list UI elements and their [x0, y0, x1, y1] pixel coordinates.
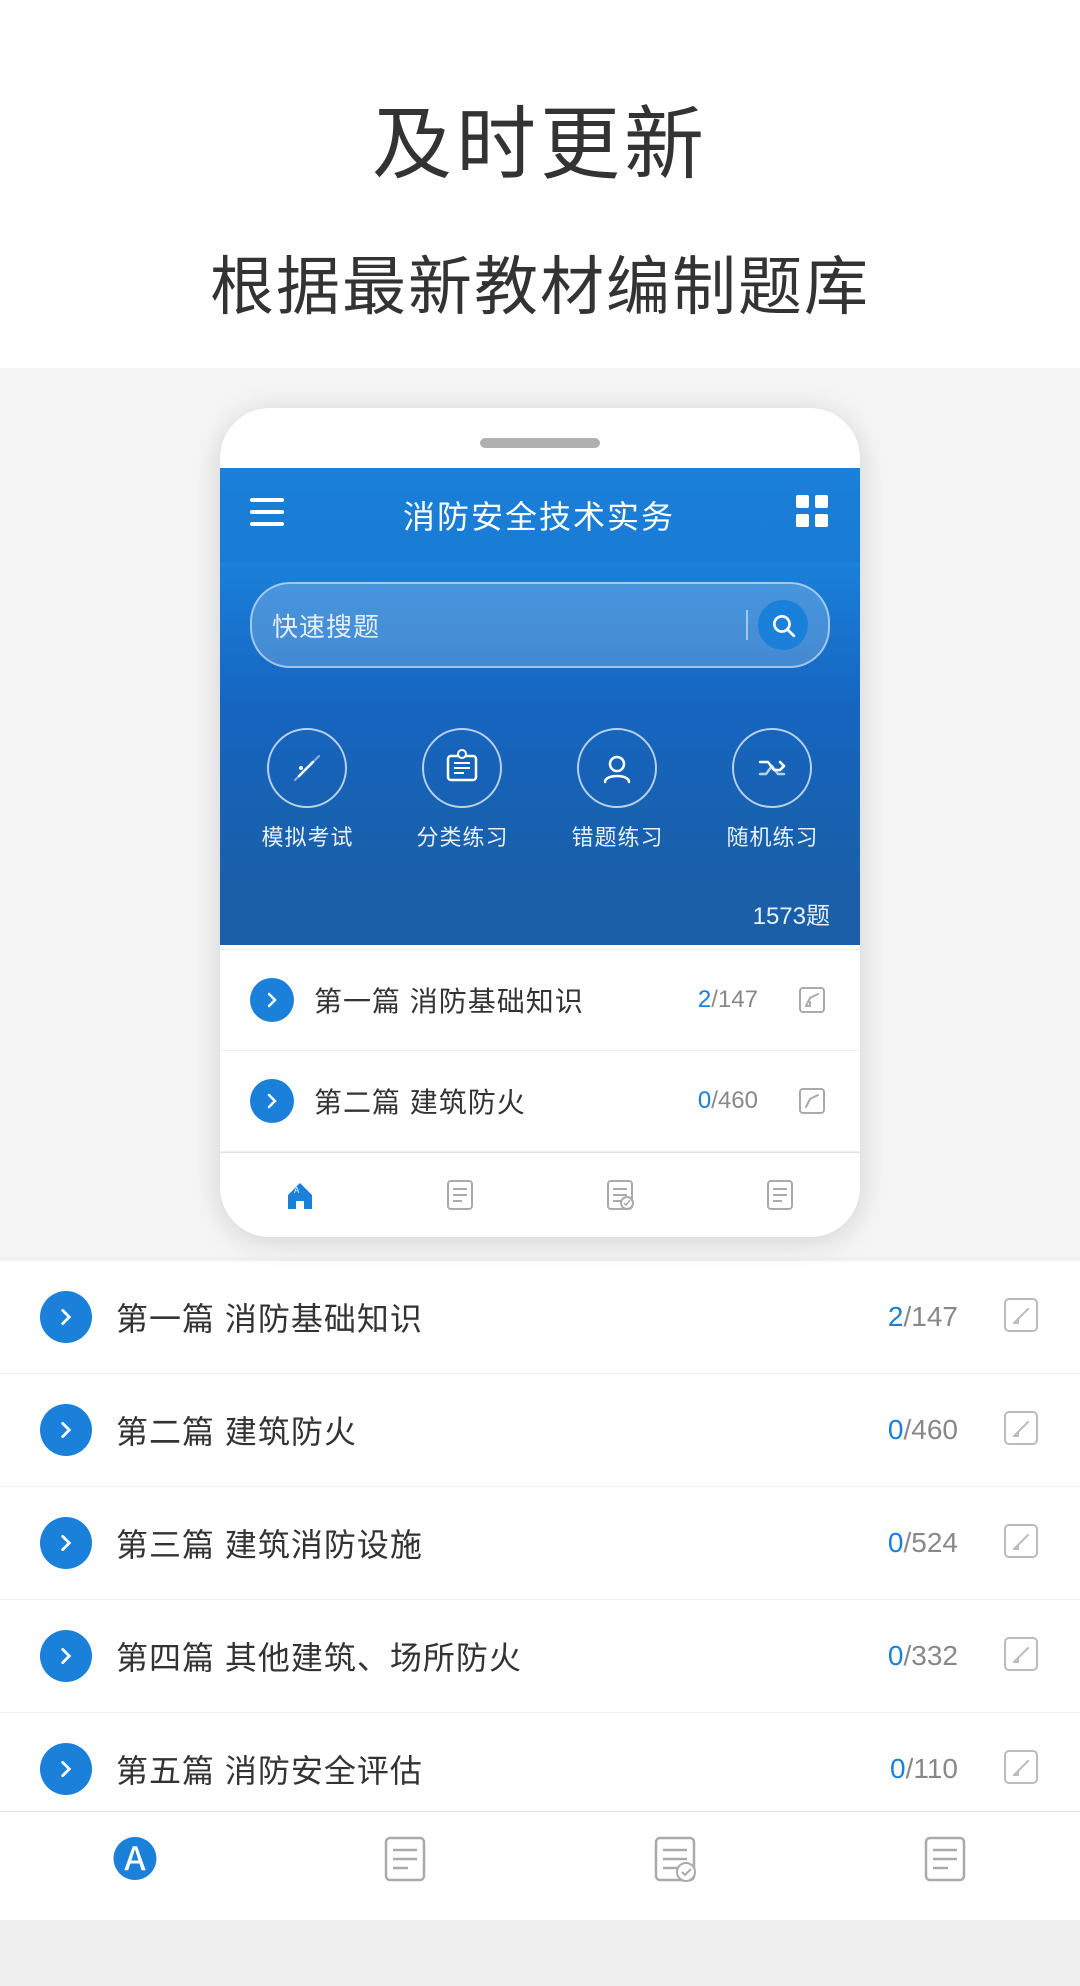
- outer-chevron-icon-2: [40, 1404, 92, 1456]
- outer-item-title-2: 第二篇 建筑防火: [116, 1407, 864, 1453]
- action-random-practice[interactable]: 随机练习: [726, 728, 818, 852]
- stats-bar: 1573题: [220, 882, 860, 945]
- page-title: 及时更新: [40, 80, 1040, 196]
- outer-item-count-3: 0/524: [888, 1527, 958, 1559]
- random-practice-icon: [732, 728, 812, 808]
- phone-bottom-nav: A: [220, 1152, 860, 1237]
- outer-edit-icon-3[interactable]: [1002, 1522, 1040, 1565]
- svg-text:A: A: [294, 1186, 300, 1195]
- outer-edit-icon-5[interactable]: [1002, 1748, 1040, 1791]
- nav-profile[interactable]: [742, 1169, 818, 1221]
- app-title: 消防安全技术实务: [403, 492, 675, 538]
- chevron-icon: [250, 1079, 294, 1123]
- app-header: 消防安全技术实务 快速搜题: [220, 468, 860, 945]
- outer-list-item-2[interactable]: 第二篇 建筑防火 0/460: [0, 1374, 1080, 1487]
- edit-icon[interactable]: [794, 1083, 830, 1119]
- outer-item-count-5: 0/110: [890, 1753, 958, 1785]
- page-subtitle: 根据最新教材编制题库: [40, 236, 1040, 328]
- list-container: 第一篇 消防基础知识 2/147 第二篇 建筑防火 0/460: [220, 949, 860, 1152]
- mock-exam-label: 模拟考试: [261, 820, 353, 852]
- outer-item-title-3: 第三篇 建筑消防设施: [116, 1520, 864, 1566]
- menu-icon[interactable]: [250, 497, 284, 534]
- item-count: 0/460: [698, 1087, 758, 1115]
- action-wrong-practice[interactable]: 错题练习: [571, 728, 663, 852]
- outer-list-item-5[interactable]: 第五篇 消防安全评估 0/110: [0, 1713, 1080, 1826]
- outer-item-title-5: 第五篇 消防安全评估: [116, 1746, 866, 1792]
- category-practice-icon: [422, 728, 502, 808]
- outer-item-title-1: 第一篇 消防基础知识: [116, 1294, 864, 1340]
- action-category-practice[interactable]: 分类练习: [416, 728, 508, 852]
- phone-notch: [480, 438, 600, 448]
- outer-chevron-icon-1: [40, 1291, 92, 1343]
- item-count: 2/147: [698, 986, 758, 1014]
- outer-edit-icon-1[interactable]: [1002, 1296, 1040, 1339]
- outer-list-item-3[interactable]: 第三篇 建筑消防设施 0/524: [0, 1487, 1080, 1600]
- outer-list-item-4[interactable]: 第四篇 其他建筑、场所防火 0/332: [0, 1600, 1080, 1713]
- wrong-practice-label: 错题练习: [571, 820, 663, 852]
- list-item[interactable]: 第一篇 消防基础知识 2/147: [220, 949, 860, 1051]
- search-divider: [746, 610, 748, 640]
- phone-mockup: 消防安全技术实务 快速搜题: [220, 408, 860, 1237]
- outer-list-item-1[interactable]: 第一篇 消防基础知识 2/147: [0, 1261, 1080, 1374]
- action-mock-exam[interactable]: 模拟考试: [261, 728, 353, 852]
- nav-record[interactable]: [582, 1169, 658, 1221]
- outer-edit-icon-2[interactable]: [1002, 1409, 1040, 1452]
- total-count: 1573题: [753, 903, 830, 930]
- outer-chevron-icon-5: [40, 1743, 92, 1795]
- wrong-practice-icon: [577, 728, 657, 808]
- outer-edit-icon-4[interactable]: [1002, 1635, 1040, 1678]
- search-box[interactable]: 快速搜题: [250, 582, 830, 668]
- outer-item-count-4: 0/332: [888, 1640, 958, 1672]
- list-item[interactable]: 第二篇 建筑防火 0/460: [220, 1051, 860, 1152]
- bottom-navigation: 🅐: [0, 1811, 1080, 1920]
- svg-text:🅐: 🅐: [112, 1834, 158, 1886]
- item-title: 第二篇 建筑防火: [314, 1081, 678, 1121]
- outer-item-count-2: 0/460: [888, 1414, 958, 1446]
- search-area: 快速搜题: [220, 562, 860, 708]
- nav-item-profile[interactable]: [845, 1832, 1045, 1890]
- nav-practice[interactable]: [422, 1169, 498, 1221]
- chevron-icon: [250, 978, 294, 1022]
- outer-item-count-1: 2/147: [888, 1301, 958, 1333]
- outer-item-title-4: 第四篇 其他建筑、场所防火: [116, 1633, 864, 1679]
- search-button[interactable]: [758, 600, 808, 650]
- search-placeholder: 快速搜题: [272, 607, 736, 644]
- random-practice-label: 随机练习: [726, 820, 818, 852]
- grid-icon[interactable]: [794, 493, 830, 537]
- outer-chevron-icon-3: [40, 1517, 92, 1569]
- outer-chevron-icon-4: [40, 1630, 92, 1682]
- mock-exam-icon: [267, 728, 347, 808]
- category-practice-label: 分类练习: [416, 820, 508, 852]
- item-title: 第一篇 消防基础知识: [314, 980, 678, 1020]
- nav-item-home[interactable]: 🅐: [35, 1832, 235, 1890]
- nav-home[interactable]: A: [262, 1169, 338, 1221]
- nav-item-list[interactable]: [305, 1832, 505, 1890]
- nav-item-record[interactable]: [575, 1832, 775, 1890]
- edit-icon[interactable]: [794, 982, 830, 1018]
- quick-actions: 模拟考试 分类练习: [220, 708, 860, 882]
